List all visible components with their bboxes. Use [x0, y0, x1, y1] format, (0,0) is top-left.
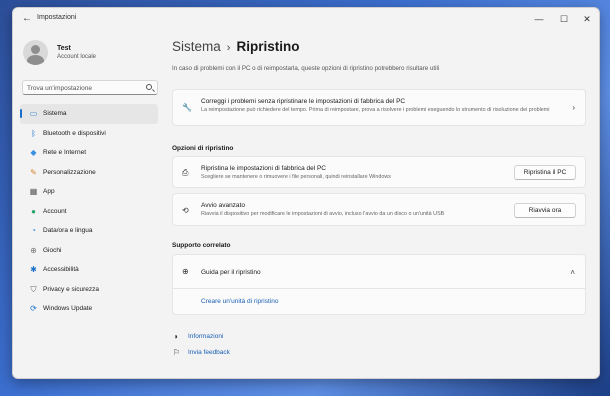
- restart-now-button[interactable]: Riavvia ora: [514, 203, 576, 218]
- breadcrumb-separator: ›: [226, 42, 231, 54]
- recovery-help-title: Guida per il ripristino: [201, 269, 261, 276]
- sidebar-item-label: Giochi: [43, 246, 62, 254]
- avatar: [23, 40, 48, 65]
- maximize-button[interactable]: ☐: [554, 11, 574, 27]
- shield-icon: ⛉: [30, 284, 37, 294]
- related-support-heading: Supporto correlato: [172, 242, 231, 249]
- brush-icon: ✎: [30, 167, 37, 177]
- advanced-startup-title: Avvio avanzato: [201, 202, 245, 209]
- sidebar-item-account[interactable]: ● Account: [20, 202, 158, 222]
- troubleshoot-description: La reimpostazione può richiedere del tem…: [201, 107, 550, 113]
- recovery-options-heading: Opzioni di ripristino: [172, 145, 234, 152]
- minimize-button[interactable]: —: [529, 11, 549, 27]
- intro-text: In caso di problemi con il PC o di reimp…: [172, 65, 440, 72]
- avatar-body: [27, 55, 44, 65]
- sidebar-item-label: Bluetooth e dispositivi: [43, 129, 106, 137]
- sidebar-item-label: Data/ora e lingua: [43, 227, 93, 234]
- globe-icon: ⊕: [182, 267, 189, 276]
- sidebar-item-label: Windows Update: [43, 305, 93, 312]
- wrench-icon: 🔧: [182, 103, 192, 112]
- account-type: Account locale: [57, 54, 97, 60]
- accessibility-icon: ✱: [30, 265, 37, 274]
- system-icon: ▭: [29, 109, 38, 118]
- send-feedback-link[interactable]: Invia feedback: [188, 349, 230, 356]
- sidebar-item-label: Accessibilità: [43, 266, 79, 273]
- bluetooth-icon: ᛒ: [31, 128, 36, 138]
- sidebar-item-sistema[interactable]: ▭ Sistema: [20, 104, 158, 124]
- sidebar-item-app[interactable]: ▦ App: [20, 182, 158, 202]
- sidebar-item-data-ora-e-lingua[interactable]: ◔ Data/ora e lingua: [20, 221, 158, 241]
- breadcrumb: Sistema › Ripristino: [172, 39, 299, 54]
- sidebar-item-label: Account: [43, 207, 67, 215]
- recovery-help-card: ⊕ Guida per il ripristino ˄ Creare un'un…: [172, 254, 586, 315]
- reset-pc-icon: ⎙: [182, 168, 189, 177]
- settings-window: ← Impostazioni — ☐ ✕ Test Account locale…: [12, 7, 600, 379]
- update-icon: ⟳: [30, 304, 37, 313]
- sidebar-item-personalizzazione[interactable]: ✎ Personalizzazione: [20, 163, 158, 183]
- reset-pc-description: Scegliere se mantenere o rimuovere i fil…: [201, 174, 391, 180]
- sidebar-item-label: Privacy e sicurezza: [43, 285, 99, 293]
- sidebar-item-privacy-e-sicurezza[interactable]: ⛉ Privacy e sicurezza: [20, 280, 158, 300]
- avatar-head: [31, 45, 40, 54]
- troubleshoot-title: Correggi i problemi senza ripristinare l…: [201, 98, 406, 105]
- advanced-startup-card: ⟲ Avvio avanzato Riavvia il dispositivo …: [172, 193, 586, 226]
- window-title: Impostazioni: [37, 14, 77, 21]
- chevron-right-icon: ›: [572, 103, 575, 112]
- reset-pc-title: Ripristina le impostazioni di fabbrica d…: [201, 165, 327, 172]
- user-name: Test: [57, 45, 71, 52]
- gamepad-icon: ⊕: [30, 245, 37, 255]
- sidebar-item-label: App: [43, 188, 55, 195]
- info-icon: ◑: [173, 332, 178, 341]
- search-box[interactable]: [22, 80, 158, 95]
- advanced-startup-icon: ⟲: [182, 206, 189, 215]
- feedback-icon: ⚐: [173, 348, 181, 357]
- sidebar-item-label: Rete e Internet: [43, 149, 86, 156]
- sidebar-item-rete-e-internet[interactable]: ◆ Rete e Internet: [20, 143, 158, 163]
- chevron-up-icon: ˄: [570, 268, 575, 277]
- sidebar-item-label: Personalizzazione: [43, 168, 96, 176]
- advanced-startup-description: Riavvia il dispositivo per modificare le…: [201, 211, 445, 217]
- search-icon[interactable]: [146, 84, 152, 90]
- sidebar-item-accessibilit[interactable]: ✱ Accessibilità: [20, 260, 158, 280]
- account-icon: ●: [31, 206, 36, 216]
- reset-pc-button[interactable]: Ripristina il PC: [514, 165, 576, 180]
- info-link[interactable]: Informazioni: [188, 333, 223, 340]
- sidebar-nav: ▭ Sistema ᛒ Bluetooth e dispositivi ◆ Rete e …: [20, 104, 158, 319]
- breadcrumb-parent[interactable]: Sistema: [172, 39, 221, 54]
- apps-icon: ▦: [29, 187, 38, 196]
- close-button[interactable]: ✕: [577, 11, 597, 27]
- reset-pc-card: ⎙ Ripristina le impostazioni di fabbrica…: [172, 156, 586, 188]
- wifi-icon: ◆: [30, 148, 37, 157]
- troubleshoot-card[interactable]: 🔧 Correggi i problemi senza ripristinare…: [172, 89, 586, 126]
- back-arrow-icon[interactable]: ←: [20, 12, 34, 26]
- create-recovery-drive-link[interactable]: Creare un'unità di ripristino: [201, 298, 278, 305]
- sidebar-item-windows-update[interactable]: ⟳ Windows Update: [20, 299, 158, 319]
- search-input[interactable]: [27, 83, 139, 93]
- sidebar-item-bluetooth-e-dispositivi[interactable]: ᛒ Bluetooth e dispositivi: [20, 124, 158, 144]
- sidebar-item-giochi[interactable]: ⊕ Giochi: [20, 241, 158, 261]
- globe-clock-icon: ◔: [31, 226, 36, 235]
- title-bar: ← Impostazioni — ☐ ✕: [13, 8, 599, 30]
- sidebar-item-label: Sistema: [43, 110, 67, 117]
- recovery-help-header[interactable]: ⊕ Guida per il ripristino ˄: [173, 255, 585, 289]
- page-title: Ripristino: [236, 39, 300, 54]
